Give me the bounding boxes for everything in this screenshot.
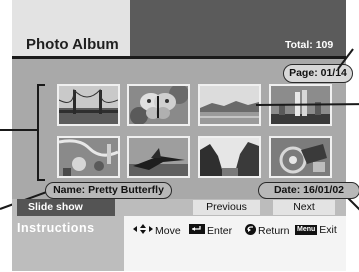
return-key-icon bbox=[245, 224, 256, 238]
fighter-jet-thumbnail[interactable] bbox=[127, 136, 190, 178]
next-button[interactable]: Next bbox=[273, 200, 335, 215]
callout-line-thumbnails bbox=[0, 129, 38, 131]
enter-instruction: Enter bbox=[189, 224, 232, 237]
total-count: Total: 109 bbox=[285, 39, 334, 51]
instructions-label: Instructions bbox=[17, 221, 95, 235]
slideshow-button[interactable]: Slide show bbox=[17, 199, 115, 216]
return-label: Return bbox=[258, 225, 290, 237]
enter-label: Enter bbox=[207, 224, 233, 237]
enter-key-icon bbox=[189, 224, 205, 237]
exit-instruction: Menu Exit bbox=[295, 224, 337, 236]
move-instruction: Move bbox=[133, 224, 181, 237]
menu-key-icon: Menu bbox=[295, 225, 318, 235]
exit-label: Exit bbox=[319, 224, 337, 236]
photo-name-label: Name: Pretty Butterfly bbox=[45, 182, 172, 199]
bridge-thumbnail[interactable] bbox=[57, 84, 120, 126]
arrow-keys-icon bbox=[133, 224, 153, 237]
motorcycle-thumbnail[interactable] bbox=[269, 136, 332, 178]
return-instruction: Return bbox=[245, 224, 290, 238]
lake-thumbnail[interactable] bbox=[198, 84, 261, 126]
butterfly-thumbnail[interactable] bbox=[127, 84, 190, 126]
page-title: Photo Album bbox=[26, 36, 119, 53]
previous-button[interactable]: Previous bbox=[193, 200, 260, 215]
canyon-thumbnail[interactable] bbox=[198, 136, 261, 178]
waterpark-thumbnail[interactable] bbox=[57, 136, 120, 178]
thumbnail-bracket bbox=[37, 84, 45, 181]
page-indicator: Page: 01/14 bbox=[283, 64, 353, 83]
photo-date-label: Date: 16/01/02 bbox=[258, 182, 359, 199]
move-label: Move bbox=[155, 224, 181, 237]
